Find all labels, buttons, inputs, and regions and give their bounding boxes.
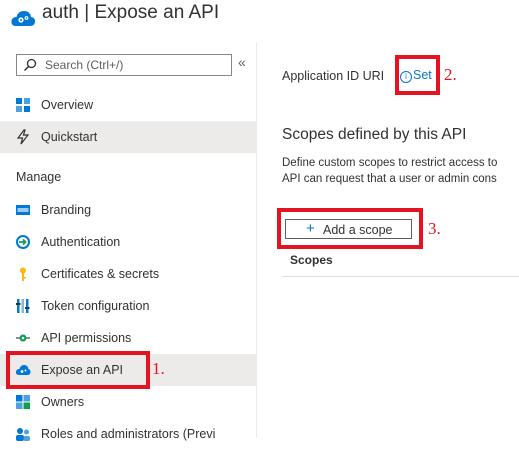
cloud-gear-icon	[11, 11, 36, 26]
sidebar-item-label: API permissions	[41, 331, 132, 345]
scopes-column-header: Scopes	[290, 253, 333, 267]
roles-icon	[16, 428, 30, 441]
description-line: API can request that a user or admin con…	[282, 173, 497, 185]
search-placeholder: Search (Ctrl+/)	[45, 58, 124, 72]
sidebar-item-label: Token configuration	[41, 299, 150, 313]
collapse-sidebar-button[interactable]: «	[238, 54, 246, 70]
section-label-manage: Manage	[16, 170, 62, 184]
callout-number-3: 3.	[428, 219, 441, 238]
callout-box-expose-api	[6, 351, 150, 389]
page-title: auth | Expose an API	[42, 2, 220, 23]
callout-box-set	[395, 55, 440, 95]
sidebar-item-token-configuration[interactable]: Token configuration	[0, 290, 256, 322]
sidebar-item-owners[interactable]: Owners	[0, 386, 256, 418]
divider	[282, 276, 519, 277]
search-icon	[23, 58, 37, 72]
sidebar-item-quickstart[interactable]: Quickstart	[0, 121, 256, 153]
sidebar-item-label: Owners	[41, 395, 85, 409]
api-permissions-icon	[16, 334, 30, 342]
owners-icon	[16, 395, 30, 409]
sidebar-item-branding[interactable]: Branding	[0, 194, 256, 226]
overview-icon	[16, 98, 30, 112]
scopes-heading: Scopes defined by this API	[282, 126, 467, 143]
sidebar-item-overview[interactable]: Overview	[0, 89, 256, 121]
application-id-uri-label: Application ID URI	[282, 69, 385, 83]
callout-number-2: 2.	[444, 65, 457, 84]
key-icon	[20, 267, 26, 281]
search-input[interactable]: Search (Ctrl+/)	[16, 54, 232, 76]
sidebar-item-authentication[interactable]: Authentication	[0, 226, 256, 258]
sidebar-item-label: Branding	[41, 203, 92, 217]
authentication-icon	[16, 235, 30, 249]
description-line: Define custom scopes to restrict access …	[282, 157, 498, 169]
callout-number-1: 1.	[152, 359, 165, 378]
sidebar-item-label: Overview	[41, 98, 94, 112]
sidebar-item-api-permissions[interactable]: API permissions	[0, 322, 256, 354]
callout-box-add-scope	[277, 208, 423, 249]
branding-icon	[16, 205, 30, 215]
sidebar-item-label: Quickstart	[41, 130, 98, 144]
sidebar-item-roles-and-administrators[interactable]: Roles and administrators (Previ	[0, 418, 256, 450]
quickstart-icon	[16, 129, 30, 145]
sidebar-item-label: Certificates & secrets	[41, 267, 160, 281]
sidebar-item-label: Roles and administrators (Previ	[41, 427, 216, 441]
scopes-description: Define custom scopes to restrict access …	[282, 155, 519, 187]
sidebar-item-label: Authentication	[41, 235, 121, 249]
sidebar-item-certificates[interactable]: Certificates & secrets	[0, 258, 256, 290]
token-icon	[16, 299, 30, 313]
top-bar: auth | Expose an API	[0, 0, 519, 42]
